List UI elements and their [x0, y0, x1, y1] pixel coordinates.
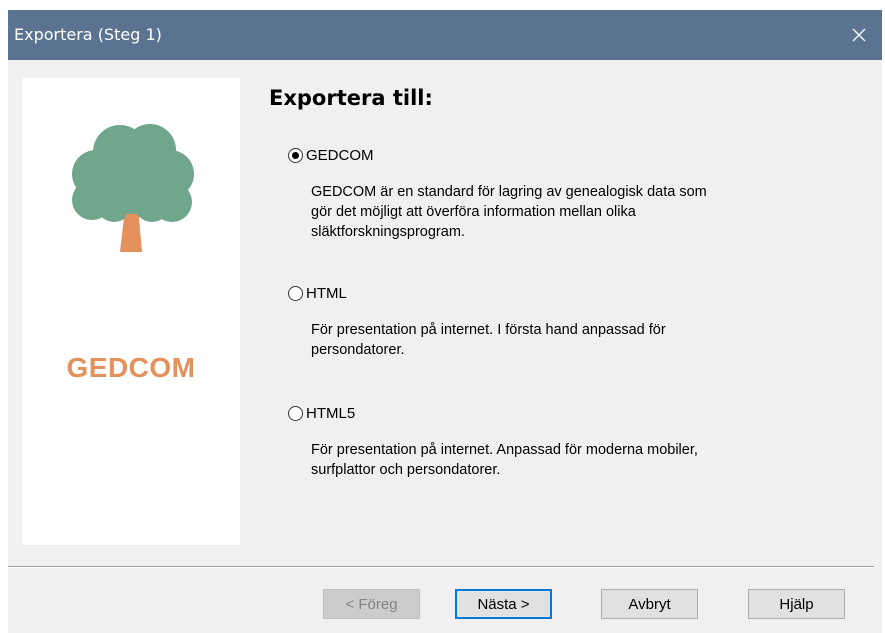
option-description: GEDCOM är en standard för lagring av gen…: [311, 182, 811, 242]
radio-option-gedcom[interactable]: GEDCOM: [288, 145, 374, 165]
window-title: Exportera (Steg 1): [14, 25, 162, 44]
description-line: gör det möjligt att överföra information…: [311, 204, 636, 220]
radio-label: HTML5: [306, 404, 356, 422]
radio-button-checked[interactable]: [288, 147, 303, 163]
option-description: För presentation på internet. I första h…: [311, 320, 811, 360]
next-button[interactable]: Nästa >: [455, 589, 552, 619]
brand-label: GEDCOM: [66, 352, 196, 383]
page-title: Exportera till:: [269, 86, 433, 110]
help-button[interactable]: Hjälp: [748, 589, 845, 619]
description-line: surfplattor och persondatorer.: [311, 462, 501, 478]
description-line: För presentation på internet. Anpassad f…: [311, 442, 698, 458]
export-dialog: Exportera (Steg 1) GEDCOM Exportera till…: [8, 10, 882, 633]
radio-button[interactable]: [288, 405, 303, 421]
radio-button[interactable]: [288, 285, 303, 301]
description-line: persondatorer.: [311, 342, 405, 358]
radio-option-html5[interactable]: HTML5: [288, 403, 355, 423]
description-line: släktforskningsprogram.: [311, 224, 465, 240]
close-button[interactable]: [836, 10, 882, 60]
option-description: För presentation på internet. Anpassad f…: [311, 440, 811, 480]
logo-panel: GEDCOM: [22, 78, 240, 545]
close-icon: [852, 28, 866, 42]
radio-option-html[interactable]: HTML: [288, 283, 347, 303]
radio-label: HTML: [306, 284, 347, 302]
back-button[interactable]: < Föreg: [323, 589, 420, 619]
description-line: För presentation på internet. I första h…: [311, 322, 666, 338]
divider: [8, 566, 874, 568]
title-bar: Exportera (Steg 1): [8, 10, 882, 60]
radio-label: GEDCOM: [306, 146, 374, 164]
description-line: GEDCOM är en standard för lagring av gen…: [311, 184, 707, 200]
tree-icon: [72, 124, 194, 252]
cancel-button[interactable]: Avbryt: [601, 589, 698, 619]
